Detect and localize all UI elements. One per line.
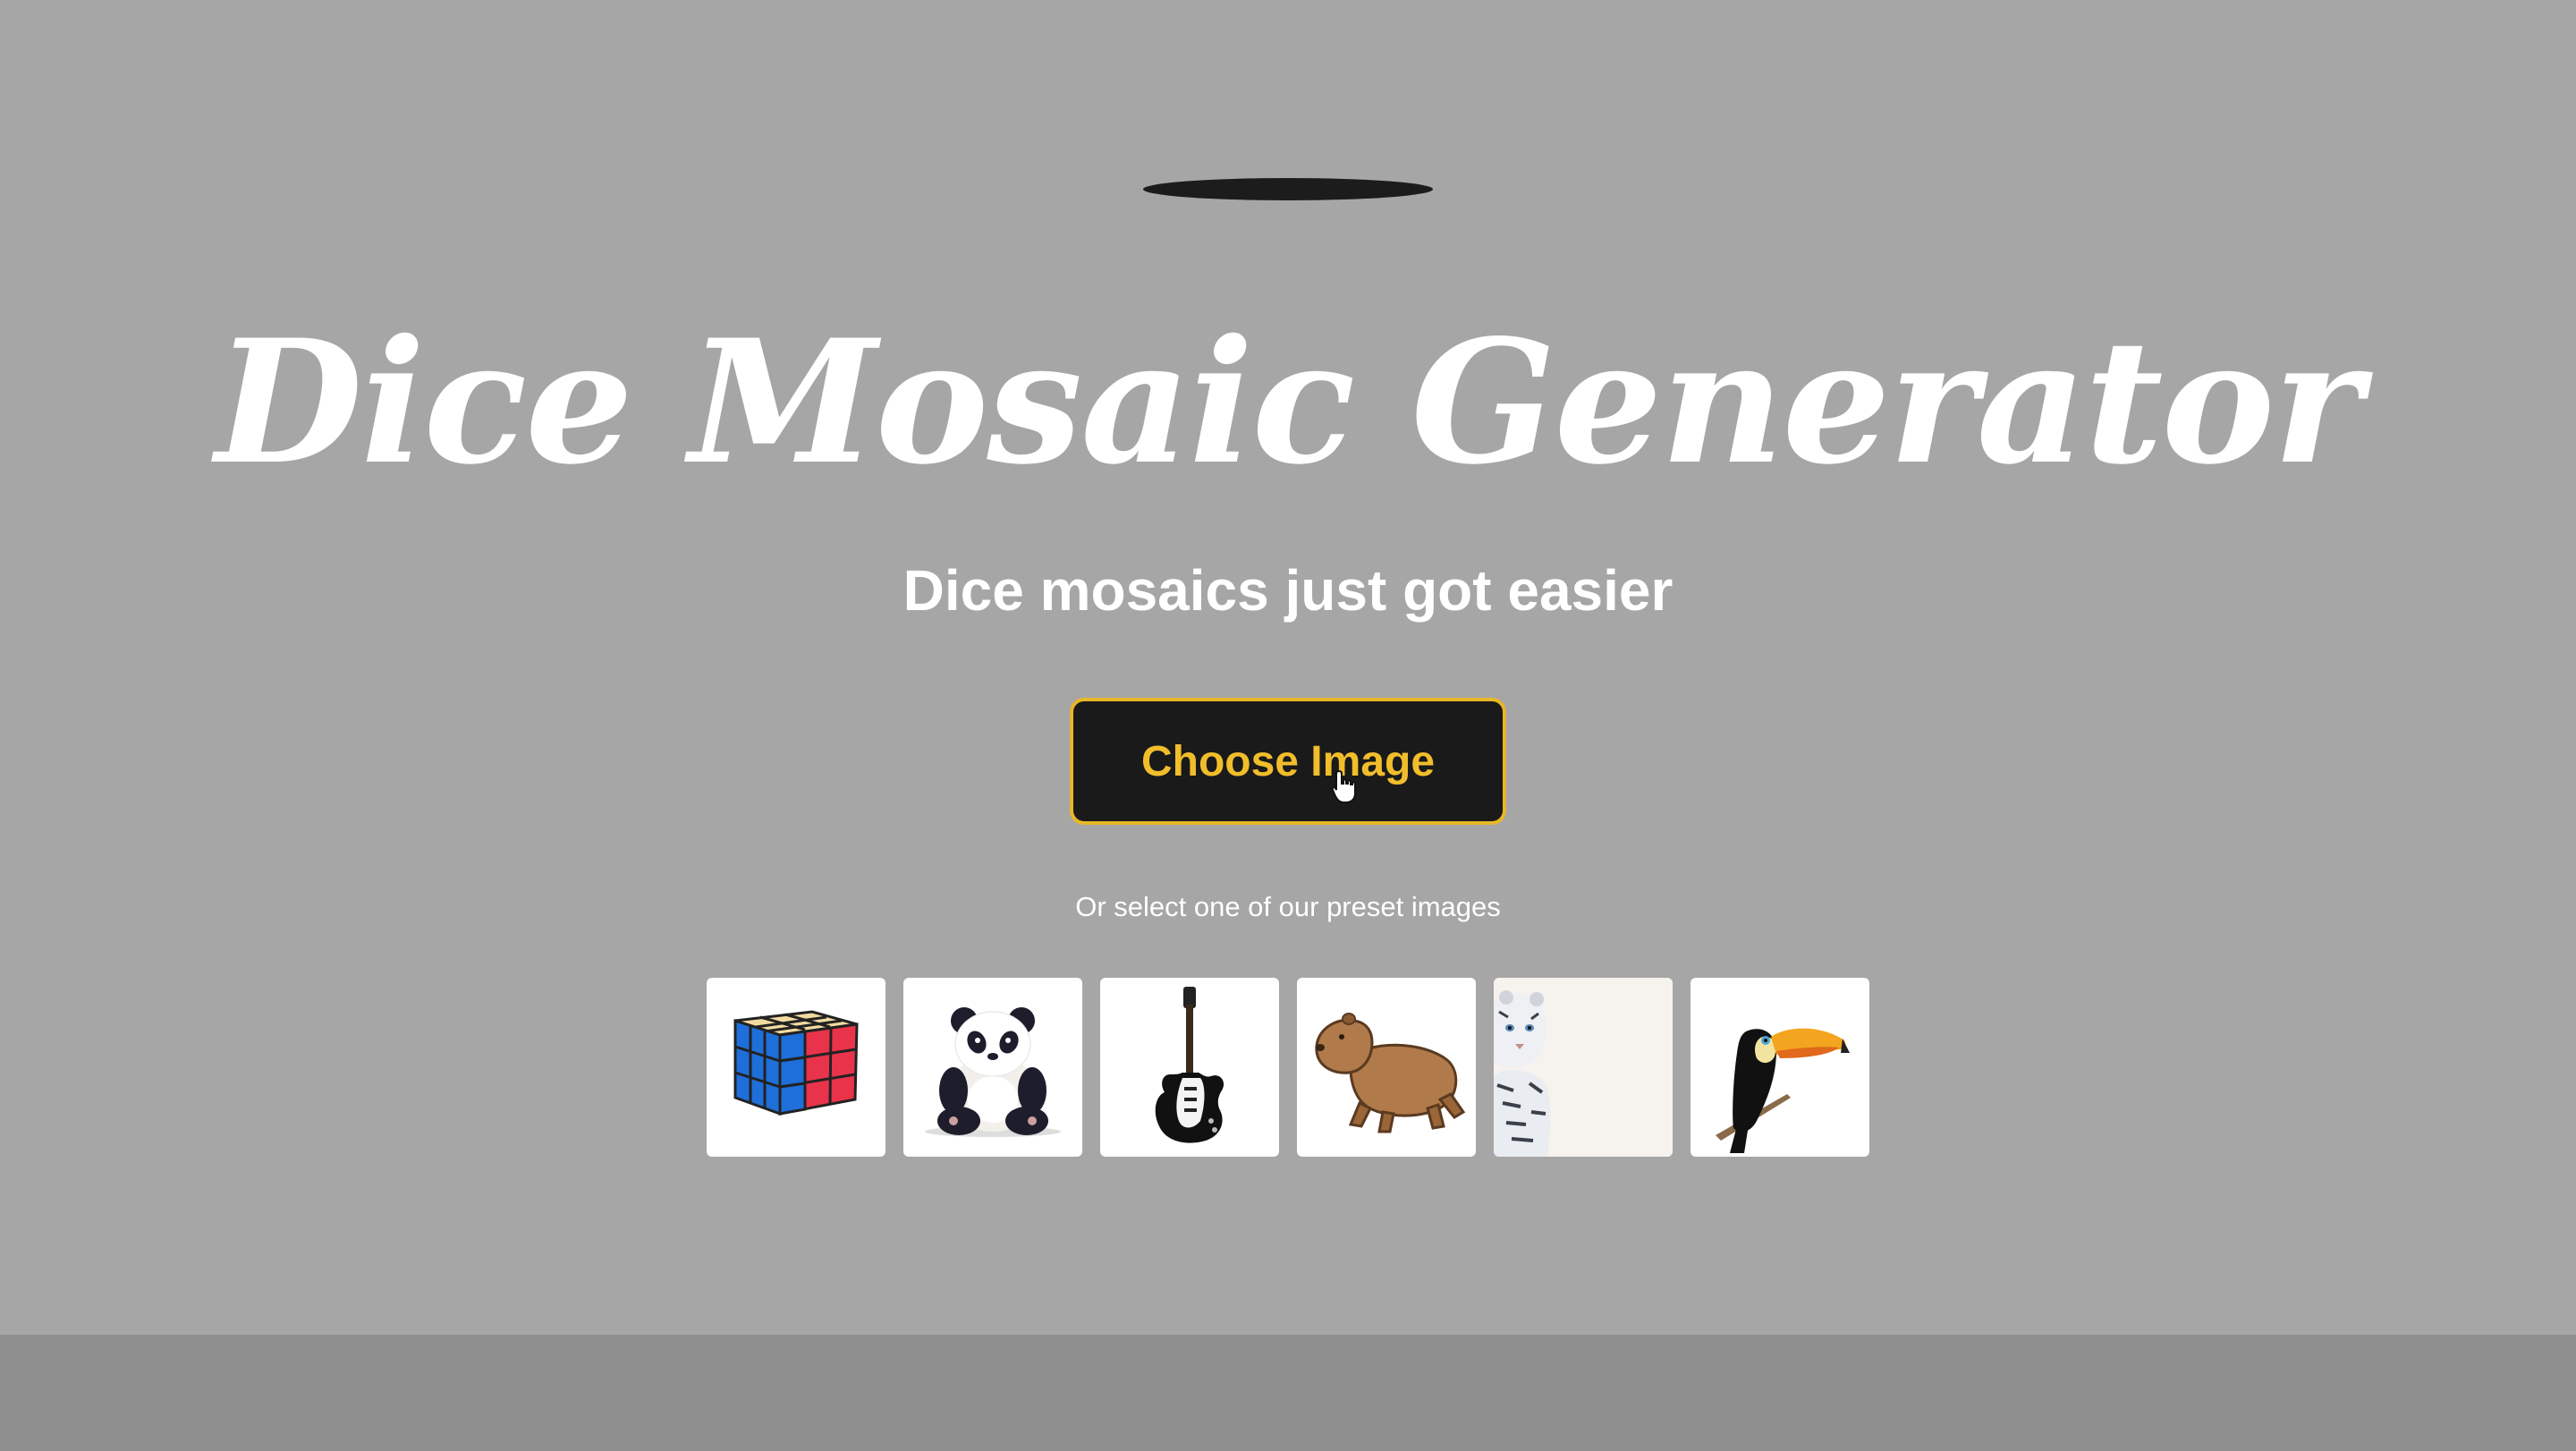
- preset-caption: Or select one of our preset images: [1075, 891, 1501, 922]
- preset-panda[interactable]: [903, 978, 1082, 1157]
- logo-shadow-ellipse: [1143, 178, 1433, 200]
- preset-rubiks-cube[interactable]: [707, 978, 886, 1157]
- electric-guitar-icon: [1155, 987, 1224, 1143]
- page-title: Dice Mosaic Generator: [215, 302, 2363, 502]
- page-subtitle: Dice mosaics just got easier: [902, 558, 1674, 623]
- white-tiger-cub-icon: [1494, 978, 1673, 1157]
- preset-capybara[interactable]: [1297, 978, 1476, 1157]
- preset-white-tiger[interactable]: [1494, 978, 1673, 1157]
- preset-images-row: [707, 978, 1869, 1157]
- capybara-icon: [1315, 1013, 1466, 1133]
- choose-image-button[interactable]: Choose Image: [1070, 698, 1506, 825]
- panda-icon: [925, 1007, 1061, 1137]
- preset-toucan[interactable]: [1690, 978, 1869, 1157]
- rubiks-cube-icon: [733, 1010, 859, 1116]
- toucan-icon: [1716, 1028, 1850, 1153]
- hand-pointer-cursor-icon: [1331, 769, 1356, 803]
- preset-guitar[interactable]: [1100, 978, 1279, 1157]
- footer-band: [0, 1335, 2576, 1451]
